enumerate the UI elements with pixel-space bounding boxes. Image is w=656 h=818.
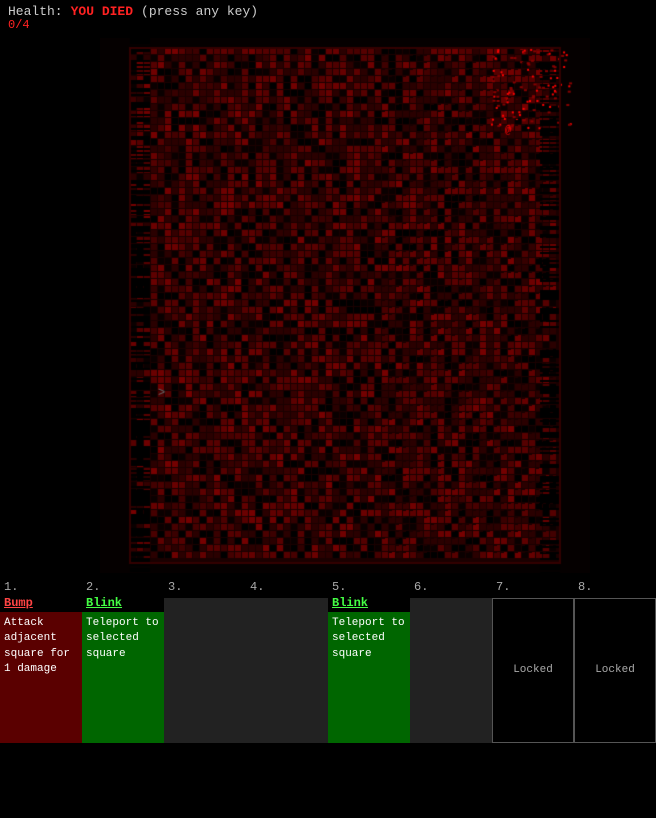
map-canvas [100,38,590,573]
header: Health: YOU DIED (press any key) [0,0,656,23]
ability-desc-5: Teleport to selected square [332,616,406,662]
ability-box-5: Teleport to selected square [328,612,410,743]
ability-number-7: 7. [492,578,514,596]
ability-name-2: Blink [82,596,126,612]
ability-number-5: 5. [328,578,350,596]
ability-desc-7: Locked [513,663,553,678]
ability-number-2: 2. [82,578,104,596]
ability-box-8: Locked [574,598,656,743]
press-key-text: (press any key) [141,4,258,19]
ability-number-8: 8. [574,578,596,596]
ability-slot-8[interactable]: 8. Locked [574,578,656,743]
game-map [100,38,590,573]
died-text: YOU DIED [71,4,133,19]
ability-bar: 1.Bump Attack adjacent square for 1 damag… [0,578,656,743]
ability-box-3 [164,598,246,743]
ability-box-7: Locked [492,598,574,743]
ability-name-1: Bump [0,596,37,612]
health-label: Health: [8,4,63,19]
ability-slot-4[interactable]: 4. [246,578,328,743]
ability-slot-3[interactable]: 3. [164,578,246,743]
ability-desc-8: Locked [595,663,635,678]
ability-box-6 [410,598,492,743]
ability-number-1: 1. [0,578,22,596]
ability-number-6: 6. [410,578,432,596]
ability-box-4 [246,598,328,743]
ability-number-4: 4. [246,578,268,596]
ability-slot-6[interactable]: 6. [410,578,492,743]
ability-number-3: 3. [164,578,186,596]
ability-slot-7[interactable]: 7. Locked [492,578,574,743]
ability-box-2: Teleport to selected square [82,612,164,743]
ability-slot-5[interactable]: 5.Blink Teleport to selected square [328,578,410,743]
health-value: 0/4 [8,18,30,32]
ability-desc-2: Teleport to selected square [86,616,160,662]
ability-desc-1: Attack adjacent square for 1 damage [4,616,78,678]
ability-slot-2[interactable]: 2.Blink Teleport to selected square [82,578,164,743]
ability-box-1: Attack adjacent square for 1 damage [0,612,82,743]
ability-slot-1[interactable]: 1.Bump Attack adjacent square for 1 damag… [0,578,82,743]
ability-name-5: Blink [328,596,372,612]
